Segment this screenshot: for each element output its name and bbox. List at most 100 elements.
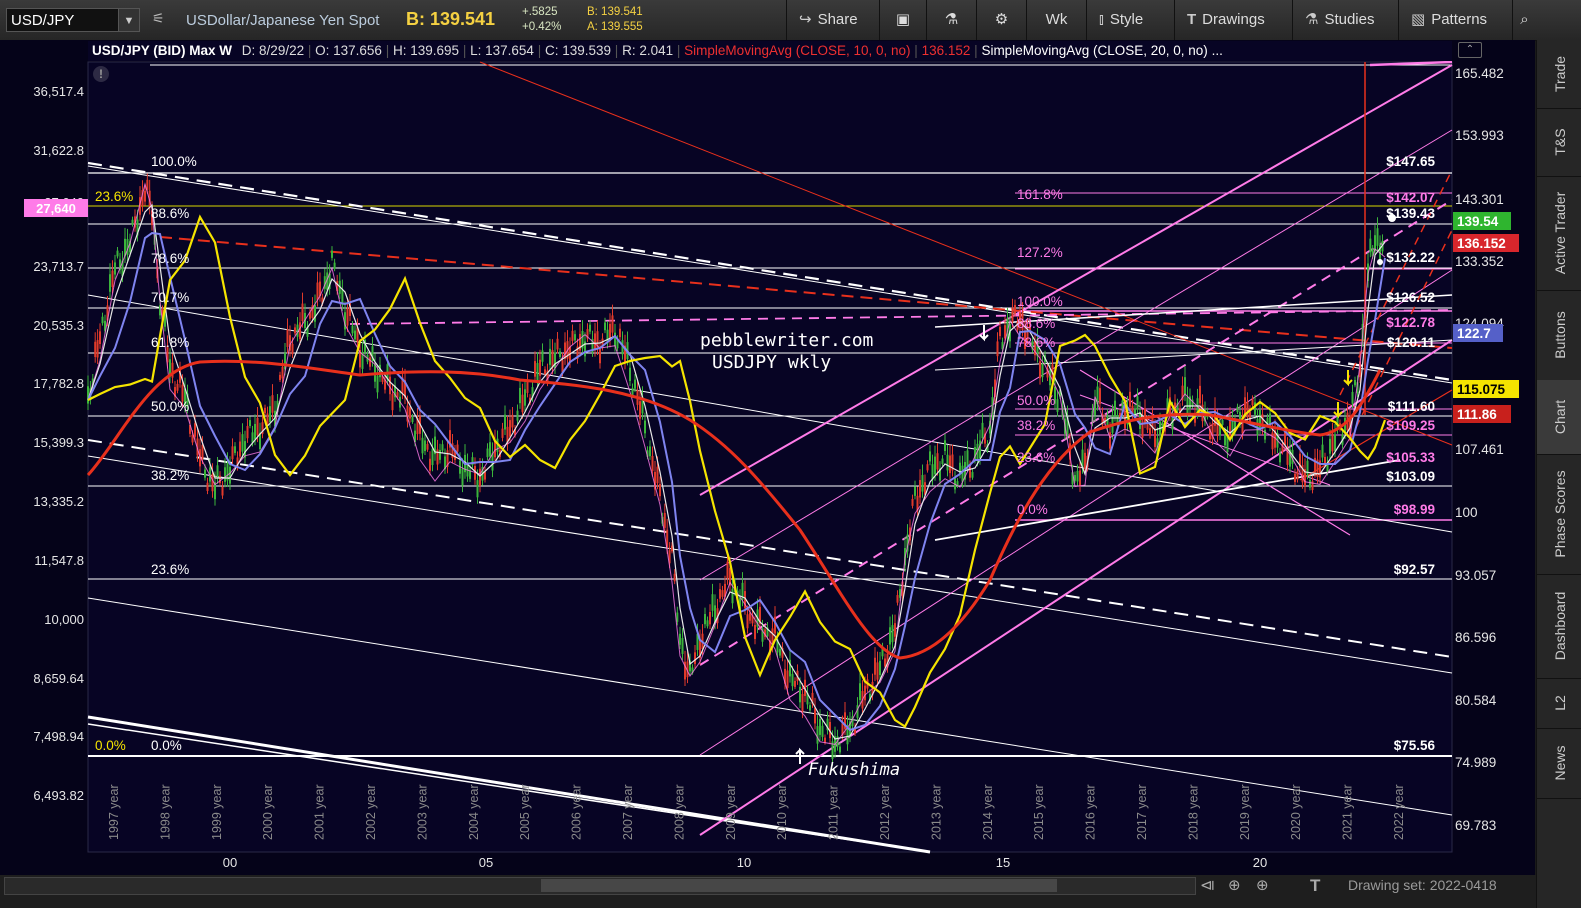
candle-body xyxy=(709,612,711,625)
candle-body xyxy=(1331,433,1334,452)
candle-body xyxy=(944,440,946,452)
symbol-dropdown-icon[interactable]: ▼ xyxy=(118,9,139,31)
studies-button[interactable]: ⚗ Studies xyxy=(1292,0,1398,40)
scrollbar-thumb[interactable] xyxy=(541,879,1057,892)
candle-body xyxy=(619,328,621,338)
year-label: 2019 year xyxy=(1238,784,1252,840)
candle-body xyxy=(884,658,886,667)
symbol-input[interactable]: USD/JPY ▼ xyxy=(6,8,140,32)
left-price-badge-label: 27,640 xyxy=(36,201,76,216)
candle-body xyxy=(1136,396,1139,410)
right-axis-label: 107.461 xyxy=(1455,442,1504,457)
candle-body xyxy=(1039,361,1041,379)
sliders-icon[interactable]: ⚟ xyxy=(152,10,165,27)
sma10-legend[interactable]: SimpleMovingAvg (CLOSE, 10, 0, no) xyxy=(684,43,910,58)
lab-button[interactable]: ⚗ xyxy=(926,0,976,40)
price-level-label: $111.60 xyxy=(1388,399,1435,414)
sidebar-tab-trade[interactable]: Trade xyxy=(1537,40,1581,109)
candle-body xyxy=(279,374,281,381)
bar-high: H: 139.695 xyxy=(393,43,460,58)
fib-label: 50.0% xyxy=(151,399,189,414)
candle-body xyxy=(541,350,544,362)
candle-body xyxy=(879,660,881,675)
horizontal-scrollbar[interactable] xyxy=(4,877,1196,895)
sidebar-tab-chart[interactable]: Chart xyxy=(1537,380,1581,455)
drawing-set-label[interactable]: Drawing set: 2022-0418 xyxy=(1348,877,1497,893)
price-dot-marker xyxy=(1377,259,1383,265)
candle-body xyxy=(439,449,441,460)
fib-label-yellow: 0.0% xyxy=(95,738,126,753)
chart-area[interactable]: 36,517.4 31,622.8 27,640 23,713.7 20,535.3 17… xyxy=(0,40,1535,875)
share-button[interactable]: ↪ Share xyxy=(786,0,879,40)
period-button[interactable]: Wk xyxy=(1026,0,1086,40)
candle-body xyxy=(221,486,224,496)
left-axis-label: 36,517.4 xyxy=(33,84,84,99)
price-chart[interactable]: 36,517.4 31,622.8 27,640 23,713.7 20,535.3 17… xyxy=(0,40,1535,875)
zoom-icon[interactable]: ⊕ xyxy=(1256,876,1269,894)
sidebar-tab-news[interactable]: News xyxy=(1537,728,1581,799)
fib-label-magenta: 127.2% xyxy=(1017,245,1063,260)
fib-label: 78.6% xyxy=(151,251,189,266)
candle-body xyxy=(1369,238,1372,253)
candle-body xyxy=(511,414,514,428)
candle-body xyxy=(634,379,636,389)
candle-body xyxy=(176,383,179,391)
candle-body xyxy=(96,340,99,358)
drawings-button[interactable]: T Drawings xyxy=(1174,0,1292,40)
candle-body xyxy=(786,670,789,688)
candle-body xyxy=(996,341,999,357)
sidebar-tab-label: Buttons xyxy=(1551,311,1568,359)
search-button[interactable]: ⌕ xyxy=(1512,0,1536,40)
right-axis-label: 100 xyxy=(1455,505,1478,520)
style-button[interactable]: ⫾ Style xyxy=(1086,0,1174,40)
sma20-legend[interactable]: SimpleMovingAvg (CLOSE, 20, 0, no) xyxy=(981,43,1207,58)
candle-body xyxy=(816,726,819,744)
year-label: 2009 year xyxy=(724,784,738,840)
bid-small: B: 139.541 xyxy=(587,6,643,18)
candle-body xyxy=(476,480,479,498)
right-axis-label: 86.596 xyxy=(1455,630,1496,645)
sidebar-tab-active-trader[interactable]: Active Trader xyxy=(1537,176,1581,291)
flask-studies-icon: ⚗ xyxy=(1305,11,1319,28)
fib-label-magenta: 23.6% xyxy=(1017,450,1055,465)
studies-label: Studies xyxy=(1324,11,1375,28)
candle-body xyxy=(1264,429,1266,440)
year-label: 2020 year xyxy=(1289,784,1303,840)
search-icon: ⌕ xyxy=(1520,11,1529,28)
candle-body xyxy=(651,455,654,472)
sidebar-tab-l2[interactable]: L2 xyxy=(1537,678,1581,729)
candle-body xyxy=(889,627,891,645)
price-level-label: $142.07 xyxy=(1386,190,1435,205)
candle-body xyxy=(631,388,634,396)
screenshot-button[interactable]: ▣ xyxy=(879,0,926,40)
candle-body xyxy=(946,454,949,471)
sidebar-tab-phase-scores[interactable]: Phase Scores xyxy=(1537,454,1581,575)
fib-label: 23.6% xyxy=(151,562,189,577)
x-axis-label: 05 xyxy=(479,855,493,870)
collapse-icon[interactable]: ⌃ xyxy=(1458,42,1482,58)
candle-body xyxy=(1149,428,1151,436)
image-icon: ▣ xyxy=(895,11,911,28)
patterns-button[interactable]: ▧ Patterns xyxy=(1398,0,1512,40)
info-icon[interactable]: ! xyxy=(93,66,109,82)
candle-body xyxy=(941,458,944,465)
right-axis-label: 74.989 xyxy=(1455,755,1496,770)
sidebar-tab-dashboard[interactable]: Dashboard xyxy=(1537,574,1581,679)
more-studies[interactable]: ... xyxy=(1212,43,1223,58)
crosshair-icon[interactable]: ⊕ xyxy=(1228,876,1241,894)
left-axis-label: 20,535.3 xyxy=(33,318,84,333)
candle-body xyxy=(101,316,104,324)
candle-body xyxy=(421,437,424,454)
sidebar-tab-ts[interactable]: T&S xyxy=(1537,108,1581,177)
settings-button[interactable]: ⚙ xyxy=(976,0,1026,40)
text-tool-icon[interactable]: T xyxy=(1310,876,1320,896)
sidebar-tab-label: News xyxy=(1551,745,1568,781)
scroll-left-icon[interactable]: ⧏ xyxy=(1200,876,1215,894)
candle-body xyxy=(679,633,681,645)
chart-header: USD/JPY (BID) Max W D: 8/29/22 | O: 137.… xyxy=(88,41,1452,61)
change-percent: +0.42% xyxy=(522,21,562,33)
candle-body xyxy=(501,428,504,438)
plot-area[interactable] xyxy=(87,61,1453,853)
sidebar-tab-buttons[interactable]: Buttons xyxy=(1537,290,1581,381)
candle-body xyxy=(346,308,349,326)
